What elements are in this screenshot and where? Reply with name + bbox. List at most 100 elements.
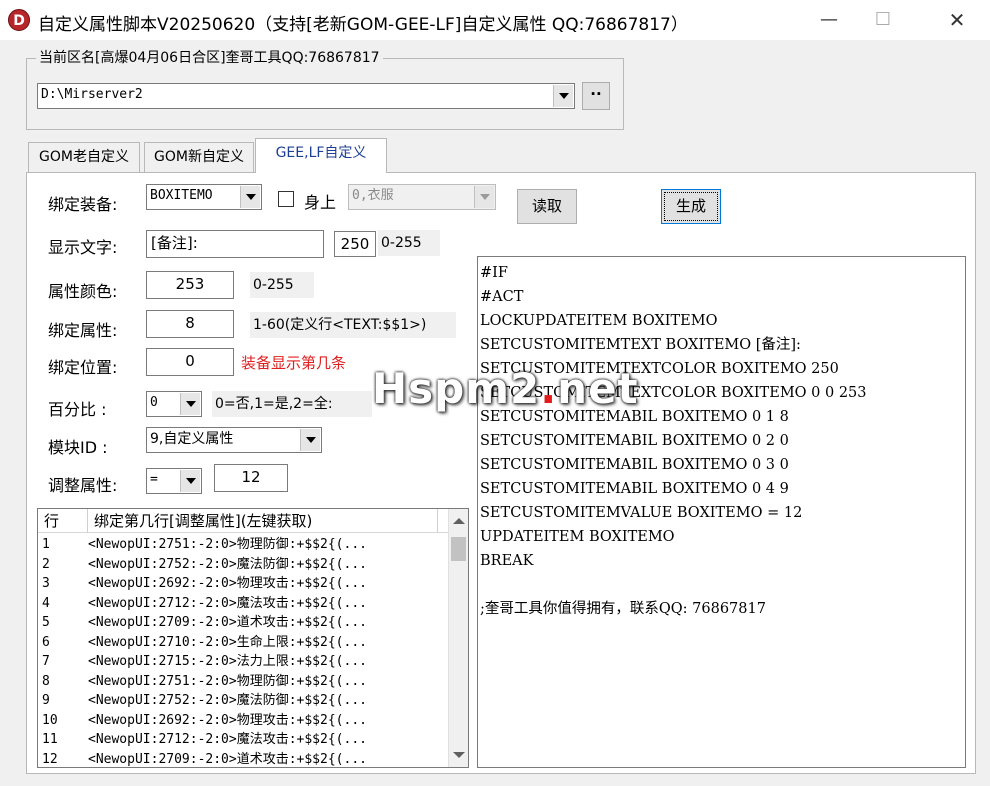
script-output-textarea[interactable]: #IF #ACT LOCKUPDATEITEM BOXITEMO SETCUSTOMI…: [477, 256, 966, 768]
bind-pos-input[interactable]: 0: [146, 348, 234, 376]
adjust-op-value: =: [150, 472, 158, 487]
bind-equip-combo[interactable]: BOXITEMO: [146, 184, 262, 210]
module-value: 9,自定义属性: [150, 431, 234, 447]
chevron-down-icon[interactable]: [180, 393, 200, 415]
chevron-down-icon[interactable]: [240, 186, 260, 208]
code-line: SETCUSTOMITEMABIL BOXITEMO 0 4 9: [480, 481, 789, 497]
list-item-text: <NewopUI:2752:-2:0>魔法防御:+$$2{(...: [88, 693, 367, 708]
browse-button[interactable]: ··: [582, 82, 610, 110]
bind-equip-value: BOXITEMO: [150, 188, 213, 203]
list-item-number: 1: [42, 537, 50, 552]
generate-button[interactable]: 生成: [661, 189, 721, 224]
col-row-header[interactable]: 行: [38, 509, 88, 533]
chevron-down-icon[interactable]: [180, 470, 200, 492]
module-combo[interactable]: 9,自定义属性: [146, 427, 322, 453]
list-item-number: 12: [42, 751, 58, 767]
attr-color-range-hint: 0-255: [250, 272, 314, 298]
list-item-text: <NewopUI:2692:-2:0>物理攻击:+$$2{(...: [88, 576, 367, 591]
on-body-label: 身上: [304, 193, 337, 212]
list-item[interactable]: 1 <NewopUI:2751:-2:0>物理防御:+$$2{(...: [38, 535, 448, 555]
list-scrollbar[interactable]: [448, 509, 468, 767]
list-item[interactable]: 4 <NewopUI:2712:-2:0>魔法攻击:+$$2{(...: [38, 594, 448, 614]
adjust-label: 调整属性:: [48, 476, 118, 495]
scroll-down-icon[interactable]: [449, 745, 468, 765]
list-item[interactable]: 6 <NewopUI:2710:-2:0>生命上限:+$$2{(...: [38, 633, 448, 653]
list-item[interactable]: 7 <NewopUI:2715:-2:0>法力上限:+$$2{(...: [38, 652, 448, 672]
list-item-number: 9: [42, 693, 50, 708]
list-item-number: 7: [42, 654, 50, 669]
tab-gom-new[interactable]: GOM新自定义: [144, 142, 254, 172]
code-line: SETCUSTOMITEMABIL BOXITEMO 0 3 0: [480, 457, 789, 473]
bind-pos-hint: 装备显示第几条: [241, 354, 347, 372]
window-title: 自定义属性脚本V20250620（支持[老新GOM-GEE-LF]自定义属性 Q…: [38, 15, 688, 35]
list-item[interactable]: 11 <NewopUI:2712:-2:0>魔法攻击:+$$2{(...: [38, 730, 448, 750]
code-line: #IF: [480, 265, 508, 281]
tab-gom-old[interactable]: GOM老自定义: [28, 142, 140, 172]
chevron-down-icon[interactable]: [474, 186, 494, 208]
display-text-label: 显示文字:: [48, 238, 118, 257]
chevron-down-icon[interactable]: [553, 85, 573, 107]
list-item-text: <NewopUI:2710:-2:0>生命上限:+$$2{(...: [88, 634, 367, 650]
code-line: SETCUSTOMITEMVALUE BOXITEMO = 12: [480, 505, 803, 521]
chevron-down-icon[interactable]: [300, 429, 320, 451]
site-watermark: Hspm2.net: [372, 364, 639, 413]
watermark-part2: net: [557, 364, 639, 413]
code-line: UPDATEITEM BOXITEMO: [480, 529, 675, 545]
code-line: ;奎哥工具你值得拥有，联系QQ: 76867817: [480, 601, 766, 617]
list-item-text: <NewopUI:2709:-2:0>道术攻击:+$$2{(...: [88, 615, 367, 630]
list-item-number: 2: [42, 556, 50, 572]
list-header: 行 绑定第几行[调整属性](左键获取): [38, 509, 448, 533]
on-body-checkbox[interactable]: [278, 191, 294, 207]
title-bar: D 自定义属性脚本V20250620（支持[老新GOM-GEE-LF]自定义属性…: [0, 0, 990, 40]
percent-label: 百分比 :: [48, 400, 107, 419]
list-item-number: 3: [42, 576, 50, 591]
adjust-value-input[interactable]: 12: [214, 464, 288, 492]
app-logo-icon: D: [8, 9, 30, 31]
maximize-button[interactable]: ☐: [860, 0, 906, 40]
bind-equip-label: 绑定装备:: [48, 195, 118, 214]
read-button[interactable]: 读取: [517, 189, 577, 224]
server-path-combo[interactable]: D:\Mirserver2: [37, 83, 575, 109]
module-label: 模块ID :: [48, 438, 108, 457]
list-item-text: <NewopUI:2751:-2:0>物理防御:+$$2{(...: [88, 537, 367, 552]
minimize-button[interactable]: —: [806, 0, 852, 40]
percent-combo[interactable]: 0: [146, 391, 202, 417]
scroll-thumb[interactable]: [451, 537, 466, 561]
scroll-up-icon[interactable]: [449, 511, 468, 531]
list-item-text: <NewopUI:2751:-2:0>物理防御:+$$2{(...: [88, 673, 367, 689]
list-item[interactable]: 12 <NewopUI:2709:-2:0>道术攻击:+$$2{(...: [38, 750, 448, 768]
list-item-text: <NewopUI:2715:-2:0>法力上限:+$$2{(...: [88, 654, 367, 669]
bind-attr-input[interactable]: 8: [146, 310, 234, 338]
list-item-text: <NewopUI:2692:-2:0>物理攻击:+$$2{(...: [88, 712, 367, 728]
on-body-slot-value: 0,衣服: [352, 188, 394, 203]
on-body-slot-combo[interactable]: 0,衣服: [348, 184, 496, 210]
list-item-number: 6: [42, 634, 50, 650]
close-button[interactable]: ✕: [934, 0, 980, 40]
list-item-number: 10: [42, 712, 58, 728]
bind-attr-hint: 1-60(定义行<TEXT:$$1>): [250, 312, 456, 338]
display-num-input[interactable]: 250: [334, 231, 376, 257]
list-item-number: 5: [42, 615, 50, 630]
watermark-dot: .: [540, 364, 558, 413]
list-item[interactable]: 8 <NewopUI:2751:-2:0>物理防御:+$$2{(...: [38, 672, 448, 692]
display-text-input[interactable]: [备注]:: [146, 230, 324, 258]
list-item[interactable]: 5 <NewopUI:2709:-2:0>道术攻击:+$$2{(...: [38, 613, 448, 633]
bind-attr-label: 绑定属性:: [48, 321, 118, 340]
code-line: #ACT: [480, 289, 524, 305]
list-item-number: 8: [42, 673, 50, 689]
percent-value: 0: [150, 395, 158, 410]
list-item[interactable]: 10 <NewopUI:2692:-2:0>物理攻击:+$$2{(...: [38, 711, 448, 731]
list-item[interactable]: 9 <NewopUI:2752:-2:0>魔法防御:+$$2{(...: [38, 691, 448, 711]
watermark-part1: Hspm2: [372, 364, 541, 413]
col-desc-header[interactable]: 绑定第几行[调整属性](左键获取): [88, 509, 438, 533]
attr-color-label: 属性颜色:: [48, 282, 118, 301]
attribute-list[interactable]: 行 绑定第几行[调整属性](左键获取) 1 <NewopUI:2751:-2:0>…: [37, 508, 469, 768]
tab-gee-lf[interactable]: GEE,LF自定义: [255, 138, 387, 173]
attr-color-input[interactable]: 253: [146, 271, 234, 299]
list-item[interactable]: 3 <NewopUI:2692:-2:0>物理攻击:+$$2{(...: [38, 574, 448, 594]
code-line: SETCUSTOMITEMTEXT BOXITEMO [备注]:: [480, 337, 801, 353]
code-line: LOCKUPDATEITEM BOXITEMO: [480, 313, 718, 329]
adjust-op-combo[interactable]: =: [146, 468, 202, 494]
list-item[interactable]: 2 <NewopUI:2752:-2:0>魔法防御:+$$2{(...: [38, 555, 448, 575]
